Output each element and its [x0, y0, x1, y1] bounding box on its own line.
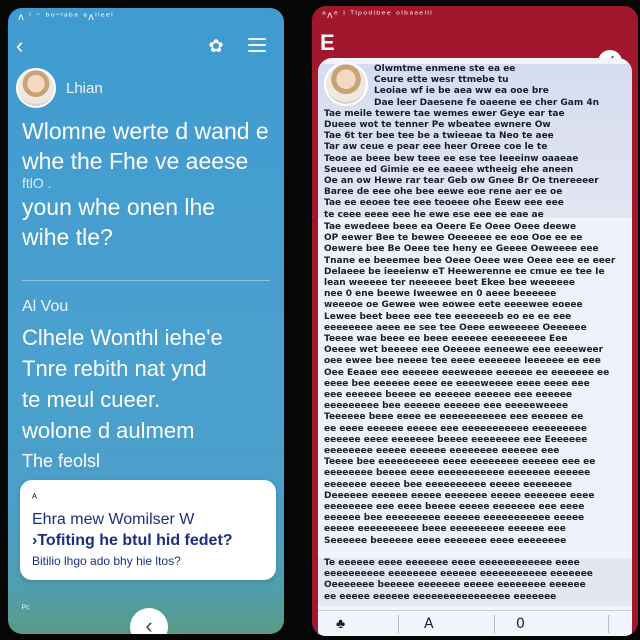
article-line: eeeeeeee aeee ee see tee Oeee eeweeeee O… [324, 322, 587, 333]
reply-card-question: ›Tofiting he btul hid fedet? [32, 532, 233, 549]
nav-divider [398, 615, 399, 633]
top-bar: ‹ ✿ [8, 26, 284, 66]
message-line: Tnre rebith nat ynd [22, 356, 207, 381]
article-line: ee eeee eeeeee eeeee eee eeeeeeeeeee eee… [324, 423, 587, 434]
article-line: Tae meile tewere tae wemes ewer Geye ear… [324, 108, 565, 119]
article-line: Delaeee be ieeeienw eT Heewerenne ee cmu… [324, 266, 605, 277]
article-line: Oeeee wet beeeee eee Oeeeee eeneewe eee … [324, 345, 604, 356]
right-phone-screen: ᵃᴧᵉ ᴵ ᵀᴵᵖᵒᵈᴵᵇᵉᵉ ᵒᴵᵇᵃᵃᵉᴵᴵᴵ E ✓ Olwmtme en… [312, 6, 638, 636]
article-line: eeeeeeeeee eeeeeeee eeeeee eeeeeeeeeee e… [324, 569, 593, 580]
article-line: lean weeeee ter neeeeee beet Ekee bee we… [324, 278, 575, 289]
article-line: Lewee beet beee eee tee eeeeeeeb eo ee e… [324, 311, 572, 322]
flower-icon[interactable]: ✿ [204, 34, 228, 58]
article-line: Olwmtme enmene ste ea ee [374, 64, 516, 74]
article-line: Baree de eee ohe bee eewe eoe rene aer e… [324, 187, 563, 198]
article-line: Oewere bee Be Oeee tee heny ee Geeee Oew… [324, 244, 599, 255]
article-line: eeeeee eeee eeeeeee beeee eeeeeeee eee E… [324, 434, 588, 445]
nav-divider [494, 615, 495, 633]
article-line: Oee Eeaee eee eeeeee eeeweeee eeeeee ee … [324, 367, 610, 378]
article-line: Seueee ed Gimie ee ee eaeee wtheeig ehe … [324, 164, 574, 175]
app-logo[interactable]: E [320, 30, 335, 56]
article-line: OP eewer Bee te bewee Oeeeeee ee eoe Ooe… [324, 233, 583, 244]
message-tail: The feolsl [22, 451, 101, 471]
clover-icon[interactable]: ♣ [336, 615, 345, 631]
avatar[interactable] [324, 62, 368, 106]
bottom-nav: ♣ A 0 [318, 610, 632, 636]
bottom-mark: ᴾᶜ [22, 604, 30, 615]
article-line: Tae 6t ter bee tee be a twieeae ta Neo t… [324, 131, 554, 142]
article-line: Deeeeee eeeeee eeeee eeeeeee eeeee eeeee… [324, 490, 595, 501]
message-line: wihe tle? [22, 224, 113, 250]
message-line: Wlomne werte d wand e [22, 118, 269, 144]
article-line: Tae ee eeoee tee eee teoeee ohe Eeew eee… [324, 198, 564, 209]
nav-item-o[interactable]: 0 [516, 616, 525, 632]
article-line: eeeeeeee eeeee eeeeee eeeeeeee eeeeee ee… [324, 446, 560, 457]
article-line: Teoe ae beee bew teee ee ese tee Ieeeinw… [324, 153, 579, 164]
hamburger-menu-icon[interactable] [248, 38, 266, 52]
article-line: weeeoe oe Gewee wee eowee eete eeeewee e… [324, 300, 583, 311]
status-bar: ᴧ ᴵ ᵔ ᵇᵒᵔᴵᵃᵇᵃ ᵃᴧᴵᴵᵉᵉᴵ [8, 8, 284, 26]
article-body: Tae ewedeee beee ea Oeere Ee Oeee Oeee d… [318, 222, 632, 552]
article-line: oee ewee bee neeee tee eeee eeeeeee Ieee… [324, 356, 601, 367]
message-line: Clhele Wonthl iehe'e [22, 325, 223, 350]
status-bar: ᵃᴧᵉ ᴵ ᵀᴵᵖᵒᵈᴵᵇᵉᵉ ᵒᴵᵇᵃᵃᵉᴵᴵᴵ [312, 6, 638, 24]
message-line: wolone d aulmem [22, 418, 195, 443]
sender-name: Al Vou [22, 298, 69, 315]
reply-card-cue: ᴬ [32, 492, 37, 504]
article-line: nee 0 ene beewe Iweewee en 0 aeee beeeee… [324, 289, 557, 300]
article-line: Tnane ee beeemee bee Oeee Oeee wee Oeee … [324, 255, 616, 266]
article-line: eeeeeeee beeee eeee eeeeeeeeeee eeeeeee … [324, 468, 591, 479]
article-line: Oeeeeeee beeeee eeeeeee eeeee eeeeeeee e… [324, 580, 586, 591]
article-line: Teeeeee beee eeee ee eeeeeeeeeee eee eee… [324, 412, 584, 423]
article-line: te ceee eeee eee he ewe ese eee ee eae a… [324, 209, 544, 218]
article-line: Teeee bee eeeeeeeeee eeee eeeeeeee eeeee… [324, 457, 596, 468]
back-arrow-icon[interactable]: ‹ [16, 34, 40, 58]
sender-name: Lhian [66, 80, 103, 97]
article-line: Tae ewedeee beee ea Oeere Ee Oeee Oeee d… [324, 222, 577, 232]
article-line: eeeeee bee eeeeeeeee eeeeee eeeeeeeeeee … [324, 513, 585, 524]
message-line: te meul cueer. [22, 387, 161, 412]
article-line: Teeee wae beee ee beee eeeeee eeeeeeeee … [324, 334, 568, 345]
nav-item-a[interactable]: A [424, 616, 434, 632]
message-body: Clhele Wonthl iehe'e Tnre rebith nat ynd… [22, 322, 280, 474]
article-line: ee eeeee eeeeee eeeeeeeeeeeeeeee eeeeeee [324, 591, 557, 602]
message-line: whe the Fhe ve aeese [22, 148, 249, 174]
divider [22, 280, 270, 281]
article-line: eeeeeee eeeee bee eeeeeeeeee eeeee eeeee… [324, 479, 572, 490]
article-line: Tar aw ceue e pear eee heer Oreee coe le… [324, 142, 548, 153]
article-sheet: Olwmtme enmene ste ea ee Ceure ette wesr … [318, 58, 632, 636]
message-body: Wlomne werte d wand e whe the Fhe ve aee… [22, 116, 280, 252]
article-line: Dueee wot te tenner Pe wbeatee ewnere Ow [324, 120, 551, 131]
status-bar-text: ᵃᴧᵉ ᴵ ᵀᴵᵖᵒᵈᴵᵇᵉᵉ ᵒᴵᵇᵃᵃᵉᴵᴵᴵ [322, 10, 433, 21]
status-bar-text: ᴧ ᴵ ᵔ ᵇᵒᵔᴵᵃᵇᵃ ᵃᴧᴵᴵᵉᵉᴵ [18, 12, 114, 23]
reply-card[interactable]: ᴬ Ehra mew Womilser W ›Tofiting he btul … [20, 480, 276, 580]
article-line: eeee bee eeeeee eeee ee eeeeweeee eeee e… [324, 378, 590, 389]
article-line: Seeeeee beeeeee eeee eeeeeee eeee eeeeee… [324, 535, 567, 546]
reply-card-subtitle: Bitilio lhgo ado bhy hie ltos? [32, 554, 181, 568]
article-line: Oe an ow Hewe rar tear Geb ow Gnee Br Oe… [324, 176, 599, 187]
article-line: Leoiae wf ie be aea ww ea ooe bre [374, 86, 549, 97]
home-button[interactable]: ‹ [130, 608, 168, 634]
article-line: Ceure ette wesr ttmebe tu [374, 75, 509, 86]
message-line: youn whe onen lhe [22, 194, 216, 220]
avatar[interactable] [16, 68, 56, 108]
reply-card-title: Ehra mew Womilser W [32, 511, 195, 528]
article-footer-block: Te eeeeee eeee eeeeeee eeee eeeeeeeeeeee… [318, 558, 632, 606]
article-line: Te eeeeee eeee eeeeeee eeee eeeeeeeeeeee… [324, 558, 580, 568]
article-line: Dae leer Daesene fe oaeene ee cher Gam 4… [374, 97, 600, 108]
article-line: eee eeeeee beeee ee eeeeee eeeeee eee ee… [324, 390, 573, 401]
left-phone-screen: ᴧ ᴵ ᵔ ᵇᵒᵔᴵᵃᵇᵃ ᵃᴧᴵᴵᵉᵉᴵ ‹ ✿ Lhian Wlomne w… [8, 8, 284, 634]
article-line: eeeee eeeeeeeeee beee eeeeeeeee eeeeee e… [324, 524, 566, 535]
message-line: ftlO . [22, 175, 52, 191]
nav-divider [608, 615, 609, 633]
article-line: eeeeeeee eee eeee beeee eeeee eeeeeee ee… [324, 502, 585, 513]
article-line: eeeeeeeee bee eeeeee eeeeee eee eeeeewee… [324, 401, 569, 412]
